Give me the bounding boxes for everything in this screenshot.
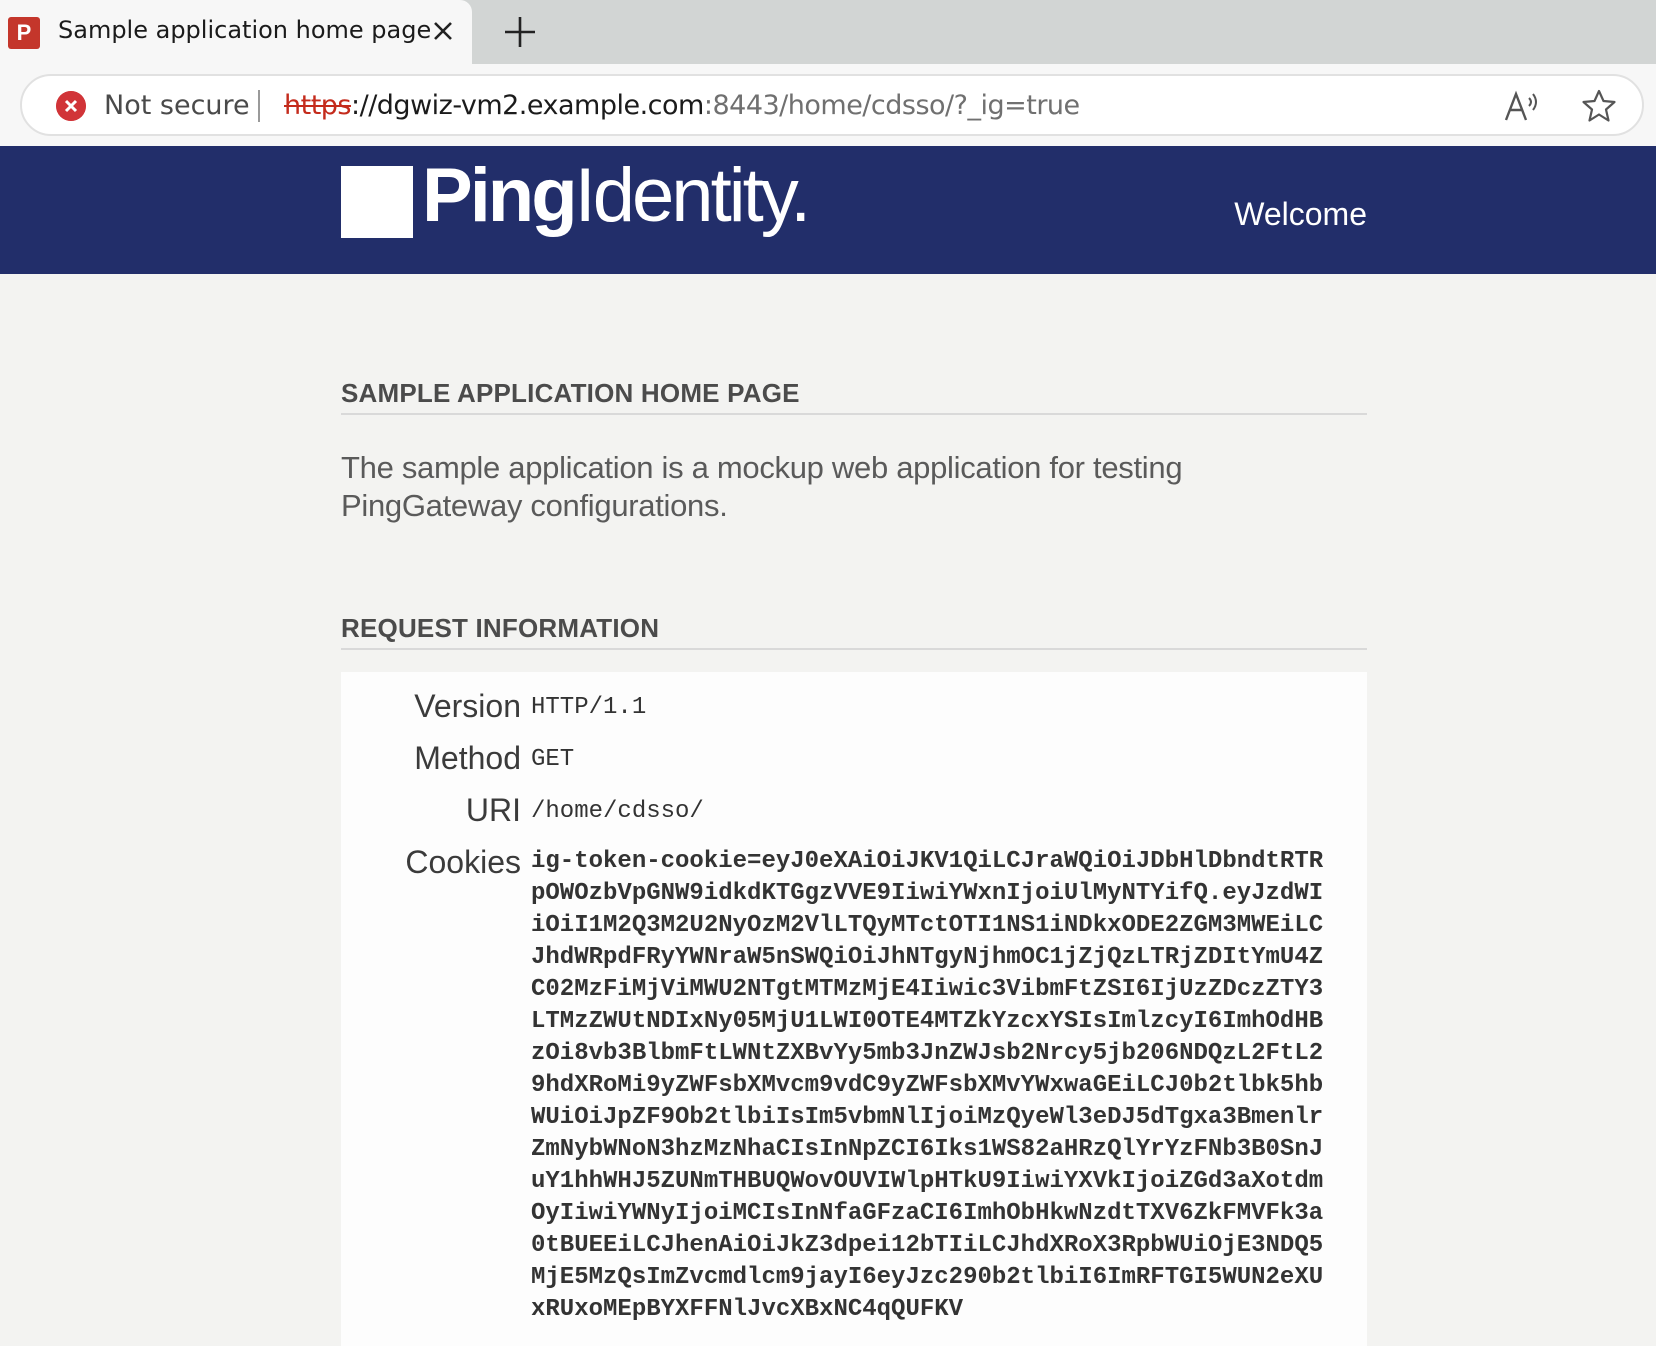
url-text[interactable]: https://dgwiz-vm2.example.com:8443/home/… <box>284 90 1080 121</box>
star-icon[interactable] <box>1580 88 1618 124</box>
welcome-label: Welcome <box>1234 196 1367 232</box>
url-separator: :// <box>351 90 377 121</box>
request-row-cookies: Cookies ig-token-cookie=eyJ0eXAiOiJKV1Qi… <box>341 844 1367 1326</box>
request-row-method: Method GET <box>341 740 1367 780</box>
request-label: Cookies <box>405 844 521 880</box>
address-bar-area: Not secure https://dgwiz-vm2.example.com… <box>0 64 1656 146</box>
logo-text-light: Identity <box>574 153 793 238</box>
error-icon[interactable] <box>56 91 86 121</box>
cookie-value: ig-token-cookie=eyJ0eXAiOiJKV1QiLCJraWQi… <box>531 848 1324 1323</box>
site-header: PingIdentity. Welcome <box>0 146 1656 274</box>
request-label: Version <box>414 688 521 724</box>
request-label: URI <box>465 792 521 828</box>
request-value: GET <box>531 746 575 773</box>
logo-text-mark: . <box>790 153 811 238</box>
logo-square-icon <box>341 166 413 238</box>
logo-text-bold: Ping <box>422 153 578 238</box>
request-info-panel: Version HTTP/1.1 Method GET URI /home/cd… <box>341 672 1367 1346</box>
security-status-text[interactable]: Not secure <box>104 90 250 121</box>
tab-title: Sample application home page <box>58 16 432 44</box>
request-row-version: Version HTTP/1.1 <box>341 688 1367 728</box>
url-host: dgwiz-vm2.example.com <box>376 90 705 121</box>
address-bar[interactable]: Not secure https://dgwiz-vm2.example.com… <box>20 74 1644 136</box>
read-aloud-icon[interactable] <box>1502 88 1542 124</box>
request-value: /home/cdsso/ <box>531 798 704 825</box>
request-value: HTTP/1.1 <box>531 694 647 721</box>
browser-tab[interactable]: P Sample application home page <box>0 0 472 64</box>
address-divider <box>258 90 260 122</box>
request-row-uri: URI /home/cdsso/ <box>341 792 1367 832</box>
ping-identity-logo[interactable]: PingIdentity. <box>422 152 811 239</box>
close-icon[interactable] <box>426 14 460 48</box>
request-section-title: REQUEST INFORMATION <box>341 613 1367 650</box>
browser-tab-strip: P Sample application home page <box>0 0 1656 64</box>
home-description: The sample application is a mockup web a… <box>341 450 1183 523</box>
app-favicon-icon: P <box>8 17 40 49</box>
home-section-title: SAMPLE APPLICATION HOME PAGE <box>341 378 1367 415</box>
url-scheme: https <box>284 90 352 121</box>
request-label: Method <box>414 740 521 776</box>
main-content: SAMPLE APPLICATION HOME PAGE The sample … <box>341 274 1367 1346</box>
url-path: :8443/home/cdsso/?_ig=true <box>703 90 1080 121</box>
plus-icon[interactable] <box>500 12 540 52</box>
